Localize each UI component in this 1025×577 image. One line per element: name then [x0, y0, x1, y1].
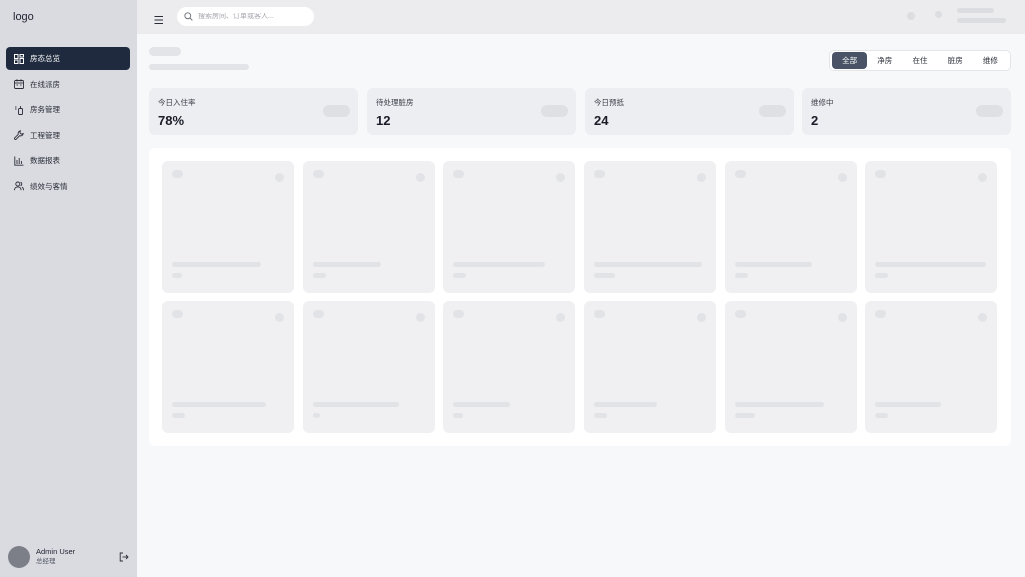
calendar-icon [13, 79, 24, 90]
user-name: Admin User [36, 547, 76, 556]
room-card-placeholder[interactable] [865, 161, 997, 293]
stat-label: 今日入住率 [158, 98, 196, 107]
stat-label: 待处理脏房 [376, 98, 414, 107]
user-role: 总经理 [36, 558, 56, 565]
stat-trend-placeholder [976, 105, 1003, 117]
search-icon [184, 12, 193, 21]
cleaning-icon [13, 104, 24, 115]
sidebar-item-reports[interactable]: 数据报表 [6, 149, 130, 172]
stat-value: 24 [594, 113, 609, 128]
user-role-placeholder [957, 18, 1006, 23]
grid-icon [13, 53, 24, 64]
search-input[interactable] [198, 13, 308, 20]
stat-trend-placeholder [323, 105, 350, 117]
room-card-placeholder[interactable] [443, 301, 575, 433]
stat-card-occupancy: 今日入住率 78% [149, 88, 358, 135]
room-card-placeholder[interactable] [443, 161, 575, 293]
tab-occupied[interactable]: 在住 [902, 52, 937, 69]
room-card-placeholder[interactable] [725, 161, 857, 293]
sidebar-item-housekeeping[interactable]: 房务管理 [6, 98, 130, 121]
menu-icon[interactable] [154, 12, 164, 24]
search-bar[interactable] [177, 7, 314, 26]
stat-value: 12 [376, 113, 391, 128]
settings-placeholder [935, 11, 942, 18]
room-card-placeholder[interactable] [584, 301, 716, 433]
page-title-placeholder [149, 47, 181, 56]
bar-chart-icon [13, 155, 24, 166]
sidebar-item-performance[interactable]: 绩效与客情 [6, 175, 130, 198]
room-card-placeholder[interactable] [303, 301, 435, 433]
sidebar-nav: 房态总览 在线派房 房务管理 工程管理 数据报表 绩效与客情 [6, 47, 130, 201]
sidebar-item-room-status-overview[interactable]: 房态总览 [6, 47, 130, 70]
stat-label: 今日预抵 [594, 98, 624, 107]
user-name-placeholder [957, 8, 994, 13]
stat-card-arrivals: 今日预抵 24 [585, 88, 794, 135]
tab-maintenance[interactable]: 维修 [973, 52, 1008, 69]
users-icon [13, 181, 24, 192]
room-card-placeholder[interactable] [584, 161, 716, 293]
topbar [137, 0, 1025, 34]
room-card-placeholder[interactable] [162, 161, 294, 293]
room-card-placeholder[interactable] [865, 301, 997, 433]
stat-card-maintenance: 维修中 2 [802, 88, 1011, 135]
stat-label: 维修中 [811, 98, 834, 107]
stat-card-dirty-rooms: 待处理脏房 12 [367, 88, 576, 135]
stat-value: 78% [158, 113, 185, 128]
sidebar-item-label: 房态总览 [30, 54, 60, 63]
sidebar: logo 房态总览 在线派房 房务管理 工程管理 数据报表 绩效与客情 Admi… [0, 0, 137, 577]
status-filter-tabs: 全部 净房 在住 脏房 维修 [829, 50, 1011, 71]
sidebar-item-label: 工程管理 [30, 130, 60, 140]
logout-icon[interactable] [118, 551, 130, 563]
room-card-placeholder[interactable] [162, 301, 294, 433]
room-card-placeholder[interactable] [725, 301, 857, 433]
avatar[interactable] [8, 546, 30, 568]
sidebar-item-online-dispatch[interactable]: 在线派房 [6, 73, 130, 96]
sidebar-item-label: 绩效与客情 [30, 181, 68, 191]
stat-trend-placeholder [759, 105, 786, 117]
page-subtitle-placeholder [149, 64, 249, 70]
tab-dirty[interactable]: 脏房 [938, 52, 973, 69]
room-grid [149, 148, 1011, 446]
stat-trend-placeholder [541, 105, 568, 117]
tab-all[interactable]: 全部 [832, 52, 868, 69]
sidebar-item-label: 房务管理 [30, 105, 60, 115]
sidebar-item-label: 在线派房 [30, 79, 60, 89]
tab-clean[interactable]: 净房 [867, 52, 902, 69]
sidebar-item-engineering[interactable]: 工程管理 [6, 124, 130, 147]
user-profile: Admin User 总经理 [8, 545, 130, 569]
logo[interactable]: logo [13, 11, 34, 23]
sidebar-item-label: 数据报表 [30, 156, 60, 166]
notification-placeholder [907, 12, 915, 20]
wrench-icon [13, 130, 24, 141]
stat-value: 2 [811, 113, 819, 128]
room-card-placeholder[interactable] [303, 161, 435, 293]
